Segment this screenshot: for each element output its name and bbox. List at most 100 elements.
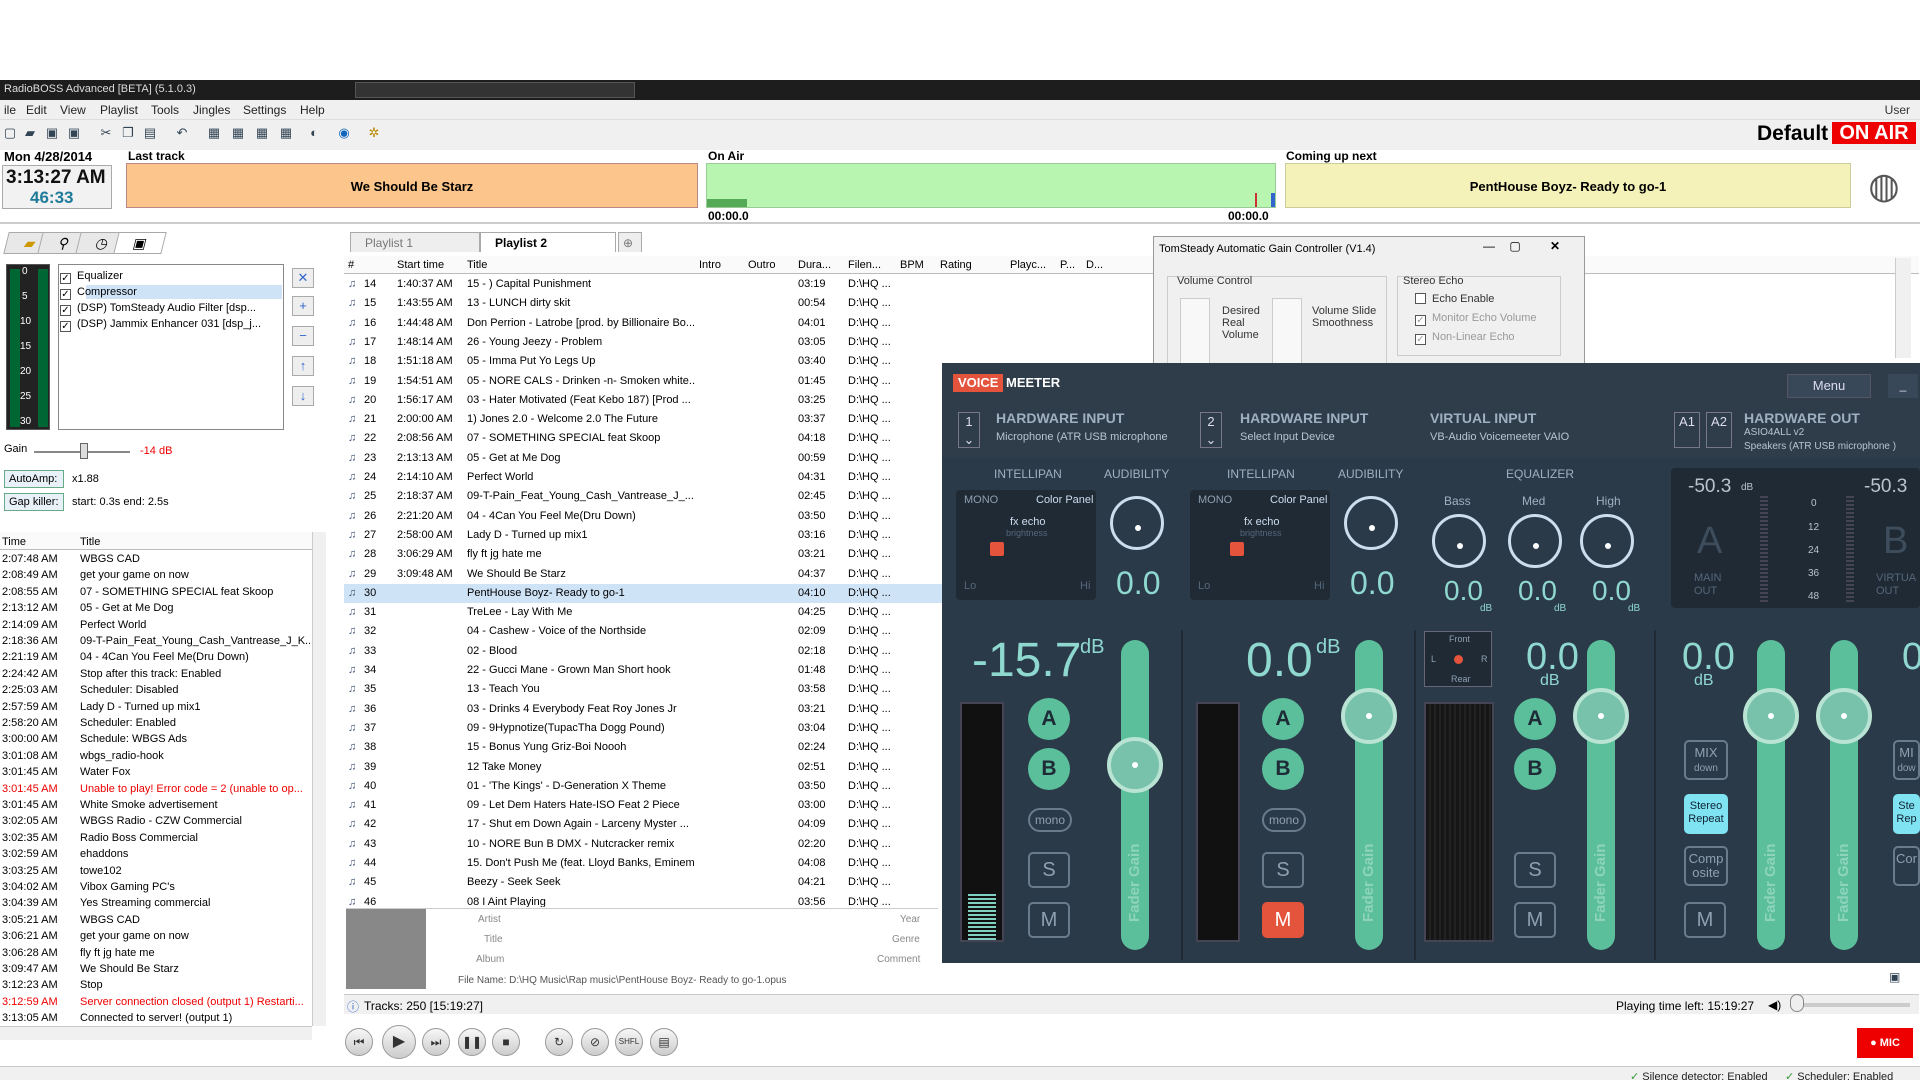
log-row[interactable]: 3:01:08 AM wbgs_radio-hook [0,750,312,766]
playlist-row[interactable]: ♫ 43 10 - NORE Bun B DMX - Nutcracker remi… [344,835,944,854]
strip-1-number[interactable]: 1 ⌄ [958,412,980,448]
log-col-time[interactable]: Time [2,536,26,548]
effect-down-button[interactable]: ↓ [292,386,314,406]
pause-button[interactable]: ❚❚ [458,1028,486,1056]
out-a-mute-button[interactable]: M [1684,902,1726,938]
headphones-icon[interactable]: ◍ [1860,164,1908,208]
non-linear-echo-checkbox[interactable]: ✓ Non-Linear Echo [1415,331,1515,345]
tab-effects[interactable]: ▣ [113,232,167,254]
log-row[interactable]: 2:08:55 AM 07 - SOMETHING SPECIAL feat Sk… [0,586,312,602]
playlist-row[interactable]: ♫ 39 12 Take Money 02:51 D:\HQ ... [344,758,944,777]
broadcast-icon[interactable]: ◐ [306,125,322,141]
composite-button[interactable]: Comp osite [1684,846,1728,886]
log-col-title[interactable]: Title [80,536,100,548]
repeat-button[interactable]: ↻ [545,1028,573,1056]
log-row[interactable]: 3:01:45 AM White Smoke advertisement [0,799,312,815]
col-d[interactable]: D... [1086,259,1103,271]
playlist-mode-button[interactable]: ▤ [650,1028,678,1056]
log-hscrollbar[interactable] [0,1026,312,1040]
log-row[interactable]: 3:01:45 AM Unable to play! Error code = 2… [0,783,312,799]
playlist-row[interactable]: ♫ 40 01 - 'The Kings' - D-Generation X The… [344,777,944,796]
effect-add-button[interactable]: + [292,296,314,316]
col-outro[interactable]: Outro [748,259,776,271]
gain-slider-thumb[interactable] [80,443,88,459]
col-title[interactable]: Title [467,259,487,271]
tab-playlist-1[interactable]: Playlist 1 [350,232,480,252]
paste-icon[interactable]: ▤ [142,125,158,141]
previous-button[interactable]: ⏮ [345,1028,373,1056]
a1-button[interactable]: A1 [1674,412,1700,448]
playlist-row[interactable]: ♫ 35 13 - Teach You 03:58 D:\HQ ... [344,680,944,699]
log-row[interactable]: 3:04:02 AM Vibox Gaming PC's [0,881,312,897]
playlist-row[interactable]: ♫ 21 2:00:00 AM 1) Jones 2.0 - Welcome 2.0 … [344,410,944,429]
hardware-out-device[interactable]: ASIO4ALL v2 [1744,427,1804,438]
volume-slider-track[interactable] [1790,1003,1910,1007]
playlist-row[interactable]: ♫ 34 22 - Gucci Mane - Grown Man Short hoo… [344,661,944,680]
strip-1-bus-a-button[interactable]: A [1028,698,1070,740]
checkbox[interactable]: ✓ [60,321,71,332]
playlist-row[interactable]: ♫ 42 17 - Shut em Down Again - Larceny Mys… [344,815,944,834]
effect-item[interactable]: ✓ (DSP) TomSteady Audio Filter [dsp... [60,302,256,316]
menu-tools[interactable]: Tools [151,103,179,117]
checkbox[interactable]: ✓ [1415,315,1426,326]
playlist-row[interactable]: ♫ 17 1:48:14 AM 26 - Young Jeezy - Problem 0… [344,333,944,352]
log-row[interactable]: 2:24:42 AM Stop after this track: Enabled [0,668,312,684]
playlist-row[interactable]: ♫ 19 1:54:51 AM 05 - NORE CALS - Drinken -n… [344,372,944,391]
surround-pad[interactable]: Front Rear L R [1424,631,1492,687]
col-p[interactable]: P... [1060,259,1075,271]
playlist-row[interactable]: ♫ 29 3:09:48 AM We Should Be Starz 04:37 D:\H… [344,565,944,584]
log-row[interactable]: 3:04:39 AM Yes Streaming commercial [0,897,312,913]
playlist-row[interactable]: ♫ 14 1:40:37 AM 15 - ) Capital Punishment 03… [344,275,944,294]
playlist-row[interactable]: ♫ 38 15 - Bonus Yung Griz-Boi Noooh 02:24 D:… [344,738,944,757]
strip-2-solo-button[interactable]: S [1262,852,1304,888]
mic-button[interactable]: ● MIC [1857,1028,1913,1058]
menu-playlist[interactable]: Playlist [100,103,138,117]
strip-2-mono-button[interactable]: mono [1262,808,1306,832]
stop-button[interactable]: ■ [492,1028,520,1056]
playlist-row[interactable]: ♫ 33 02 - Blood 02:18 D:\HQ ... [344,642,944,661]
effect-item[interactable]: ✓ Compressor [60,286,137,300]
log-row[interactable]: 2:08:49 AM get your game on now [0,569,312,585]
high-knob[interactable] [1580,514,1634,568]
play-button[interactable]: ▶ [382,1025,416,1059]
strip-1-fader-knob[interactable] [1107,737,1163,793]
playlist-row[interactable]: ♫ 24 2:14:10 AM Perfect World 04:31 D:\HQ ... [344,468,944,487]
playlist-row[interactable]: ♫ 18 1:51:18 AM 05 - Imma Put Yo Legs Up 03:… [344,352,944,371]
out-b-fader-knob[interactable] [1816,688,1872,744]
maximize-icon[interactable]: ▢ [1506,239,1524,253]
menu-file[interactable]: ile [4,103,16,117]
log-row[interactable]: 2:18:36 AM 09-T-Pain_Feat_Young_Cash_Vant… [0,635,312,651]
playlist-row[interactable]: ♫ 32 04 - Cashew - Voice of the Northside 0… [344,622,944,641]
surround-cursor[interactable] [1454,655,1463,664]
virtual-fader-knob[interactable] [1573,688,1629,744]
log-row[interactable]: 2:57:59 AM Lady D - Turned up mix1 [0,701,312,717]
save-all-icon[interactable]: ▣ [66,125,82,141]
med-knob[interactable] [1508,514,1562,568]
log-row[interactable]: 3:00:00 AM Schedule: WBGS Ads [0,733,312,749]
strip-1-bus-b-button[interactable]: B [1028,748,1070,790]
desired-volume-slider[interactable] [1180,298,1210,366]
stop-after-button[interactable]: ⊘ [581,1028,609,1056]
strip-2-bus-a-button[interactable]: A [1262,698,1304,740]
strip-2-bus-b-button[interactable]: B [1262,748,1304,790]
copy-icon[interactable]: ❐ [120,125,136,141]
monitor-echo-checkbox[interactable]: ✓ Monitor Echo Volume [1415,312,1537,326]
stereo-repeat-button[interactable]: Stereo Repeat [1684,794,1728,834]
volume-icon[interactable]: ◀) [1768,998,1781,1012]
log-row[interactable]: 2:58:20 AM Scheduler: Enabled [0,717,312,733]
virtual-bus-b-button[interactable]: B [1514,748,1556,790]
smoothness-slider[interactable] [1272,298,1302,366]
echo-enable-checkbox[interactable]: Echo Enable [1415,293,1494,305]
playlist-folder-icon[interactable]: ▦ [278,125,294,141]
strip-1-intellipan[interactable]: MONO Color Panel fx echo brightness Lo H… [956,490,1096,600]
strip-2-intellipan[interactable]: MONO Color Panel fx echo brightness Lo H… [1190,490,1330,600]
effect-remove-button[interactable]: − [292,326,314,346]
col-number[interactable]: # [348,259,354,271]
col-duration[interactable]: Dura... [798,259,831,271]
dock-icon[interactable]: ▣ [1889,970,1900,984]
checkbox[interactable]: ✓ [1415,334,1426,345]
strip-1-device[interactable]: Microphone (ATR USB microphone [996,431,1168,443]
log-row[interactable]: 3:05:21 AM WBGS CAD [0,914,312,930]
settings-gear-icon[interactable]: ✲ [366,125,382,141]
log-row[interactable]: 3:06:21 AM get your game on now [0,930,312,946]
